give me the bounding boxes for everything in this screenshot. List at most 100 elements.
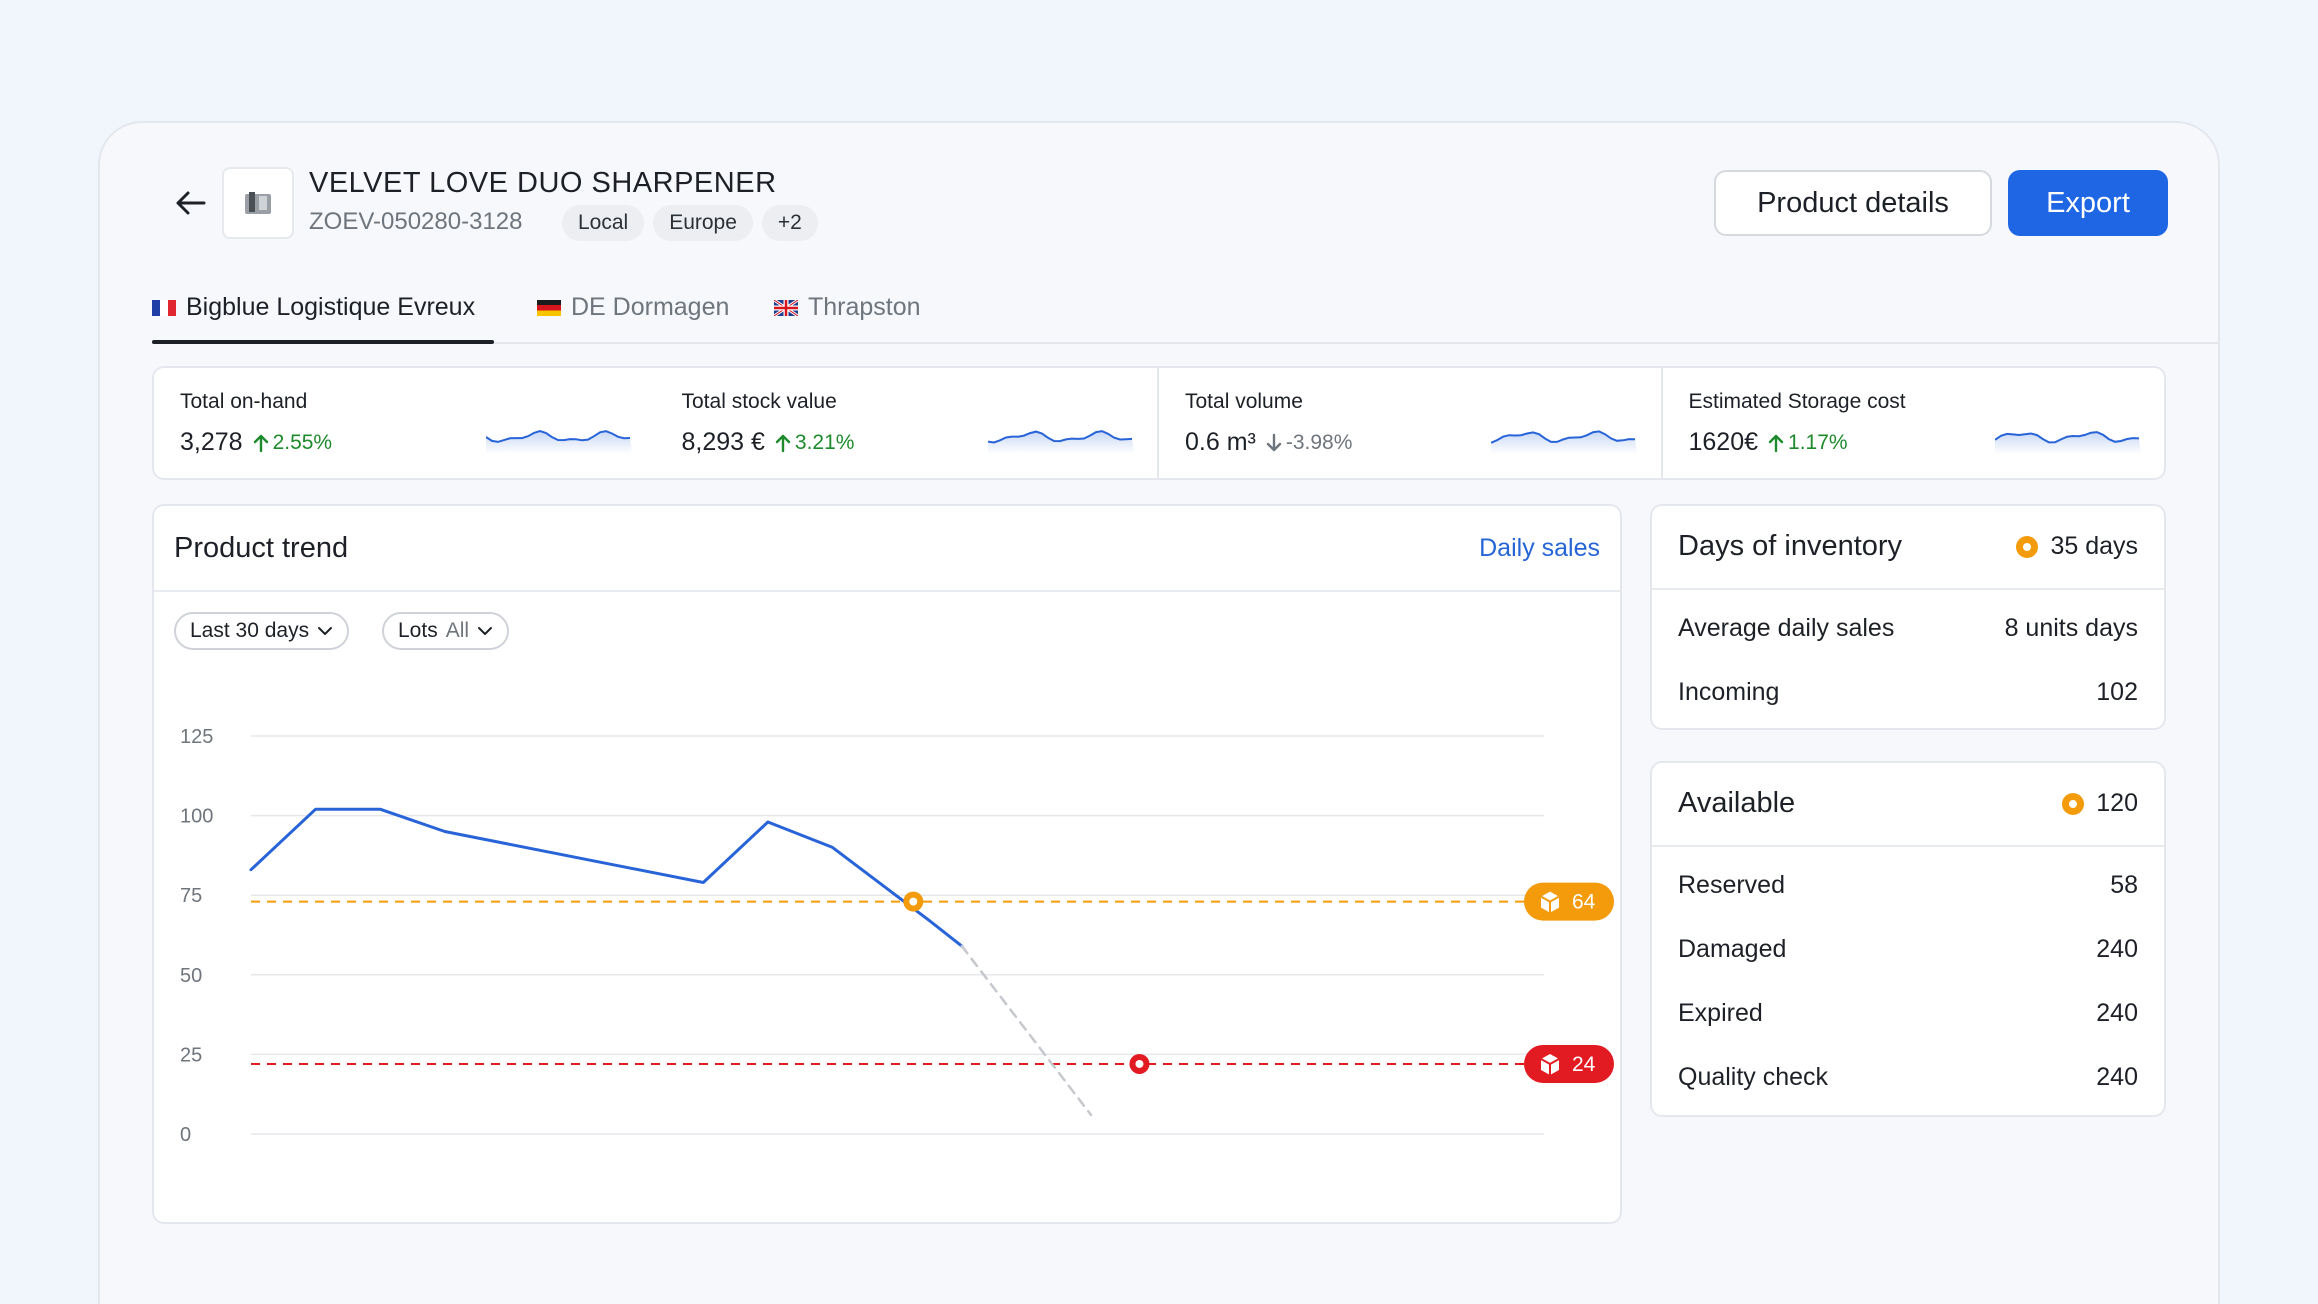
y-tick-label: 0 — [180, 1124, 191, 1146]
product-thumbnail — [222, 167, 294, 239]
stat-on-hand: Total on-hand 3,278 2.55% — [154, 368, 656, 478]
threshold-label: 24 — [1572, 1053, 1596, 1076]
panel-header: Available 120 — [1652, 763, 2164, 847]
stat-delta-value: 2.55% — [272, 430, 333, 454]
available-panel: Available 120 Reserved 58 Damaged 240 Ex… — [1650, 761, 2166, 1117]
threshold-label: 64 — [1572, 891, 1596, 914]
tag-local: Local — [562, 205, 645, 241]
stat-label: Total on-hand — [180, 390, 308, 413]
tab-label: DE Dormagen — [571, 293, 730, 321]
threshold-marker-center — [1135, 1059, 1144, 1068]
stat-value: 0.6 m³ — [1185, 428, 1256, 456]
tab-dormagen[interactable]: DE Dormagen — [537, 293, 729, 322]
stat-delta: 2.55% — [253, 430, 333, 455]
stat-stock-value: Total stock value 8,293 € 3.21% — [656, 368, 1158, 478]
stats-bar: Total on-hand 3,278 2.55% Total stock va… — [152, 366, 2166, 480]
tag-more[interactable]: +2 — [761, 205, 818, 241]
list-item: Average daily sales 8 units days — [1678, 614, 2138, 643]
tag-europe: Europe — [653, 205, 753, 241]
series-line — [249, 807, 964, 948]
arrow-up-icon — [253, 434, 268, 452]
y-tick-label: 100 — [180, 806, 213, 828]
threshold-marker-center — [909, 897, 918, 906]
stat-value: 3,278 — [180, 428, 243, 456]
list-item: Damaged 240 — [1678, 935, 2138, 964]
lots-filter-label: Lots — [398, 619, 438, 642]
stat-value: 1620€ — [1688, 428, 1759, 456]
stat-delta-value: -3.98% — [1285, 430, 1353, 454]
stat-delta: 3.21% — [775, 430, 855, 455]
list-item: Quality check 240 — [1678, 1063, 2138, 1092]
tab-label: Bigblue Logistique Evreux — [186, 293, 476, 321]
product-trend-panel: Product trend Daily sales Last 30 days L… — [152, 504, 1622, 1224]
flag-gb-icon — [774, 299, 798, 316]
tab-label: Thrapston — [808, 293, 921, 321]
period-filter-dropdown[interactable]: Last 30 days — [174, 612, 350, 650]
row-label: Incoming — [1678, 678, 1780, 706]
arrow-up-icon — [775, 434, 791, 452]
row-label: Damaged — [1678, 935, 1787, 963]
page-title: VELVET LOVE DUO SHARPENER — [309, 167, 777, 199]
days-count: 35 days — [2016, 532, 2138, 561]
back-arrow-icon[interactable] — [170, 188, 210, 218]
y-tick-label: 50 — [180, 965, 202, 987]
lots-filter-dropdown[interactable]: Lots All — [382, 612, 510, 650]
row-label: Expired — [1678, 999, 1763, 1027]
arrow-up-icon — [1768, 434, 1784, 452]
stat-label: Total stock value — [681, 390, 837, 413]
list-item: Reserved 58 — [1678, 871, 2138, 900]
stat-delta: -3.98% — [1266, 430, 1353, 455]
status-dot-icon — [2016, 535, 2039, 558]
panel-title: Available — [1678, 787, 1796, 819]
panel-title: Product trend — [174, 532, 349, 564]
flag-fr-icon — [152, 299, 176, 316]
stat-delta-value: 1.17% — [1788, 430, 1848, 454]
threshold-badge — [1524, 1044, 1614, 1083]
stat-label: Estimated Storage cost — [1688, 390, 1906, 413]
available-count: 120 — [2062, 789, 2138, 818]
stat-delta-value: 3.21% — [794, 430, 855, 454]
status-dot-icon — [2062, 792, 2085, 815]
row-value: 102 — [2096, 678, 2138, 706]
row-value: 58 — [2110, 871, 2138, 899]
forecast-line — [960, 944, 1093, 1117]
row-label: Quality check — [1678, 1063, 1829, 1091]
chevron-down-icon — [318, 627, 333, 635]
stat-delta: 1.17% — [1768, 431, 1848, 455]
sparkline-area — [987, 431, 1134, 454]
period-filter-value: Last 30 days — [190, 619, 310, 642]
threshold-badge — [1524, 882, 1614, 921]
chevron-down-icon — [478, 627, 493, 635]
row-value: 240 — [2096, 935, 2138, 963]
flag-de-icon — [537, 299, 561, 316]
active-tab-indicator — [152, 340, 494, 344]
stat-value-row: 8,293 € 3.21% — [682, 428, 855, 457]
product-tags: Local Europe +2 — [562, 205, 818, 241]
stat-value-row: 3,278 2.55% — [180, 428, 332, 457]
product-details-button[interactable]: Product details — [1714, 170, 1992, 236]
list-item: Expired 240 — [1678, 999, 2138, 1028]
tab-evreux[interactable]: Bigblue Logistique Evreux — [152, 293, 475, 322]
panel-title: Days of inventory — [1678, 530, 1903, 562]
stat-volume: Total volume 0.6 m³ -3.98% — [1157, 368, 1661, 478]
stat-label: Total volume — [1185, 390, 1303, 413]
row-value: 240 — [2096, 999, 2138, 1027]
available-count-value: 120 — [2096, 789, 2138, 817]
tab-thrapston[interactable]: Thrapston — [774, 293, 921, 322]
y-tick-label: 125 — [180, 726, 213, 748]
sparkline-area — [486, 431, 632, 454]
days-of-inventory-panel: Days of inventory 35 days Average daily … — [1650, 504, 2166, 730]
days-count-value: 35 days — [2050, 532, 2138, 560]
product-trend-chart: 0 25 50 75 100 125 64 24 — [180, 726, 1614, 1146]
row-label: Average daily sales — [1678, 614, 1895, 642]
sparkline-chart — [1491, 430, 1637, 454]
sparkline-chart — [486, 430, 632, 454]
row-label: Reserved — [1678, 871, 1785, 899]
y-tick-label: 25 — [180, 1044, 202, 1066]
lots-filter-value: All — [445, 619, 470, 642]
y-tick-label: 75 — [180, 885, 202, 907]
stat-value: 8,293 € — [681, 428, 765, 456]
row-value: 8 units days — [2004, 614, 2138, 642]
export-button[interactable]: Export — [2008, 170, 2168, 236]
daily-sales-link[interactable]: Daily sales — [1479, 534, 1600, 563]
